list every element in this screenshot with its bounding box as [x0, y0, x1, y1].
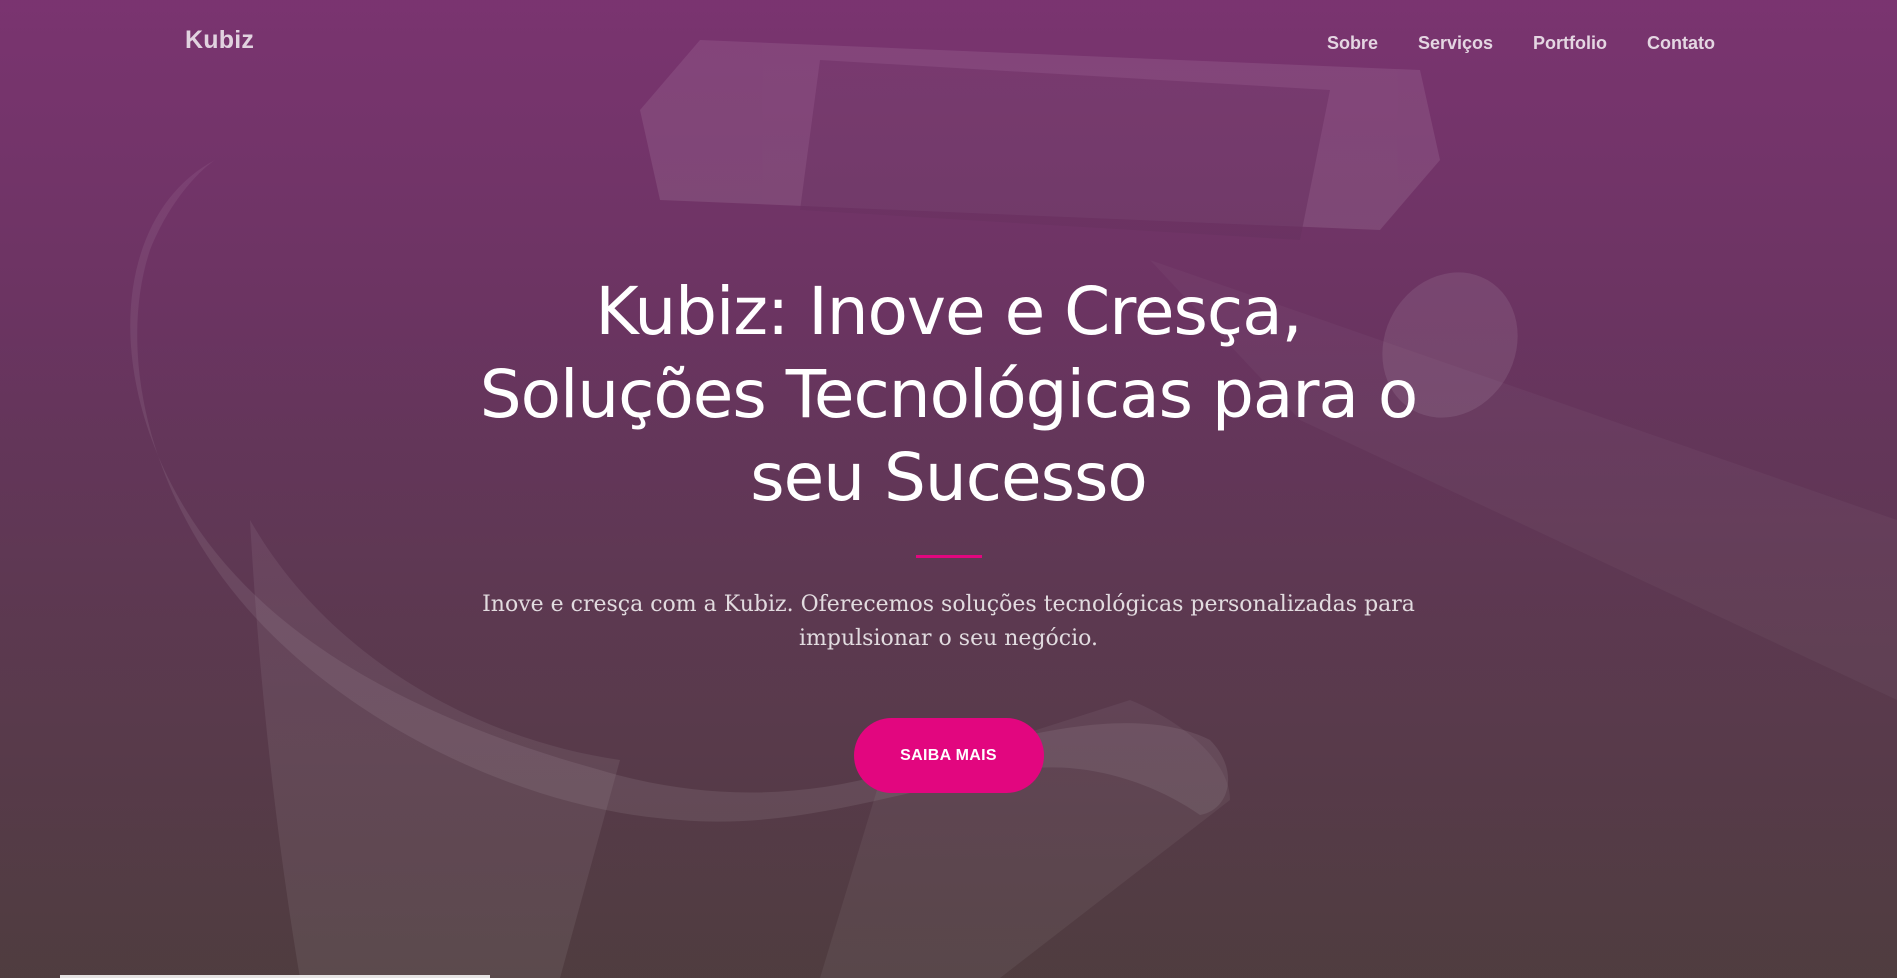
nav-link-contato[interactable]: Contato: [1647, 33, 1715, 54]
navbar: Kubiz Sobre Serviços Portfolio Contato: [0, 0, 1897, 90]
hero-title-line-2: Soluções Tecnológicas para o: [479, 356, 1419, 433]
nav-links: Sobre Serviços Portfolio Contato: [1327, 33, 1715, 54]
hero-title: Kubiz: Inove e Cresça, Soluções Tecnológ…: [449, 270, 1449, 519]
nav-link-sobre[interactable]: Sobre: [1327, 33, 1378, 54]
nav-link-portfolio[interactable]: Portfolio: [1533, 33, 1607, 54]
hero-title-line-3: seu Sucesso: [750, 439, 1148, 516]
hero-subtitle: Inove e cresça com a Kubiz. Oferecemos s…: [482, 592, 1415, 651]
brand-logo[interactable]: Kubiz: [185, 26, 254, 55]
hero-content: Kubiz: Inove e Cresça, Soluções Tecnológ…: [0, 270, 1897, 793]
hero-section: Kubiz Sobre Serviços Portfolio Contato K…: [0, 0, 1897, 978]
nav-link-servicos[interactable]: Serviços: [1418, 33, 1493, 54]
hero-title-line-1: Kubiz: Inove e Cresça,: [595, 273, 1302, 350]
saiba-mais-button[interactable]: SAIBA MAIS: [853, 718, 1044, 793]
title-divider: [915, 555, 982, 558]
